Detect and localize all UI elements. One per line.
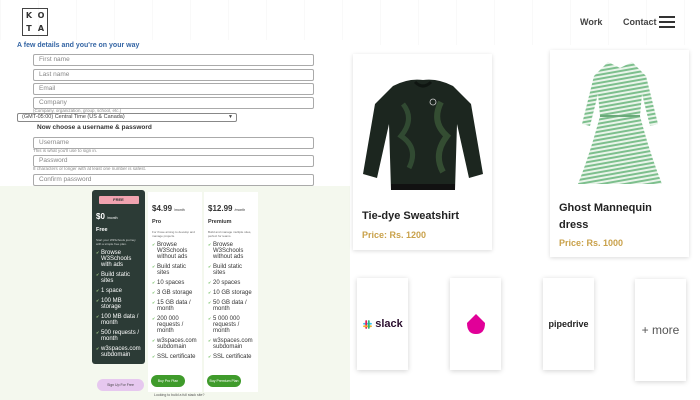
plan-card-premium: $12.99/month Premium Build and manage mu… [204, 192, 258, 392]
signup-form-panel: A few details and you're on your way Fir… [0, 40, 350, 186]
logo-letter: O [37, 11, 45, 20]
plan-feature: Browse W3Schools without ads [208, 242, 254, 260]
pipedrive-wordmark: pipedrive [548, 319, 589, 329]
product-card-sweatshirt[interactable]: Tie-dye Sweatshirt Price: Rs. 1200 [353, 54, 492, 250]
last-name-field[interactable]: Last name [33, 69, 314, 81]
plan-feature: 200 000 requests / month [152, 316, 198, 334]
dress-image [578, 62, 662, 184]
slack-icon [363, 319, 373, 329]
plan-description: Build and manage multiple sites, perfect… [208, 230, 252, 238]
plan-name: Pro [152, 219, 162, 225]
credentials-subheading: Now choose a username & password [37, 124, 152, 131]
more-integrations-label: + more [641, 323, 680, 337]
hamburger-menu-icon[interactable] [659, 16, 675, 28]
integration-card-magenta[interactable] [450, 278, 501, 370]
plan-feature: 100 MB storage [96, 298, 141, 310]
plan-description: Start your W3Schools journey with a simp… [96, 238, 136, 246]
plan-feature: w3spaces.com subdomain [208, 338, 254, 350]
product-price: Price: Rs. 1000 [559, 238, 624, 248]
timezone-select[interactable]: (GMT-05:00) Central Time (US & Canada) ▼ [17, 113, 237, 122]
plan-description: For those aiming to develop and manage p… [152, 230, 195, 238]
logo-letter: T [26, 24, 32, 33]
plan-feature: Build static sites [96, 272, 141, 284]
product-title-line2: dress [559, 219, 589, 231]
plan-feature: Browse W3Schools with ads [96, 250, 141, 268]
magenta-logo-icon [466, 314, 485, 334]
plan-price: $0/month [96, 212, 118, 221]
plan-feature: 3 GB storage [152, 290, 198, 296]
slack-wordmark: slack [375, 318, 403, 330]
plan-card-pro: $4.99/month Pro For those aiming to deve… [148, 192, 202, 392]
password-hint: 8 characters or longer with at least one… [33, 166, 147, 171]
plan-card-free: FREE $0/month Free Start your W3Schools … [92, 190, 145, 364]
plan-feature: Build static sites [152, 264, 198, 276]
plan-feature: 10 GB storage [208, 290, 254, 296]
plan-feature: SSL certificate [152, 354, 198, 360]
site-header: K O T A Work Contact [0, 0, 700, 45]
buy-pro-button[interactable]: Buy Pro Plan [151, 375, 185, 387]
timezone-value: (GMT-05:00) Central Time (US & Canada) [22, 114, 125, 120]
nav-work-link[interactable]: Work [580, 17, 602, 27]
product-title: Tie-dye Sweatshirt [362, 210, 459, 222]
integration-card-more[interactable]: + more [635, 279, 686, 381]
plan-feature: 500 requests / month [96, 330, 141, 342]
sweatshirt-image [363, 79, 483, 190]
pricing-panel: FREE $0/month Free Start your W3Schools … [0, 186, 350, 400]
plan-feature: 1 space [96, 288, 141, 294]
plan-feature: 100 MB data / month [96, 314, 141, 326]
plan-feature: 50 GB data / month [208, 300, 254, 312]
plan-feature: w3spaces.com subdomain [96, 346, 141, 358]
full-stack-note: Looking to build a full stack site? [154, 393, 205, 397]
plan-feature: 10 spaces [152, 280, 198, 286]
integration-card-slack[interactable]: slack [357, 278, 408, 370]
plan-price: $12.99/month [208, 204, 246, 213]
first-name-field[interactable]: First name [33, 54, 314, 66]
integration-card-pipedrive[interactable]: pipedrive [543, 278, 594, 370]
buy-premium-button[interactable]: Buy Premium Plan [207, 375, 241, 387]
signup-free-button[interactable]: Sign Up For Free [97, 379, 144, 391]
confirm-password-field[interactable]: Confirm password [33, 174, 314, 186]
logo-letter: A [37, 24, 45, 33]
nav-contact-link[interactable]: Contact [623, 17, 657, 27]
product-price: Price: Rs. 1200 [362, 230, 427, 240]
logo-letter: K [25, 11, 33, 20]
plan-name: Premium [208, 219, 232, 225]
username-hint: This is what you'll use to sign in. [33, 148, 98, 153]
plan-feature: 20 spaces [208, 280, 254, 286]
plan-price: $4.99/month [152, 204, 185, 213]
plan-feature: Browse W3Schools without ads [152, 242, 198, 260]
free-badge: FREE [98, 196, 139, 204]
form-heading: A few details and you're on your way [17, 42, 140, 49]
email-field[interactable]: Email [33, 83, 314, 95]
plan-feature: Build static sites [208, 264, 254, 276]
plan-feature: 15 GB data / month [152, 300, 198, 312]
plan-feature: w3spaces.com subdomain [152, 338, 198, 350]
plan-name: Free [96, 227, 108, 233]
plan-feature: SSL certificate [208, 354, 254, 360]
plan-feature: 5 000 000 requests / month [208, 316, 254, 334]
chevron-down-icon: ▼ [228, 114, 233, 120]
product-card-dress[interactable]: Ghost Mannequin dress Price: Rs. 1000 [550, 50, 689, 257]
kota-logo[interactable]: K O T A [22, 8, 48, 36]
product-title: Ghost Mannequin [559, 202, 652, 214]
